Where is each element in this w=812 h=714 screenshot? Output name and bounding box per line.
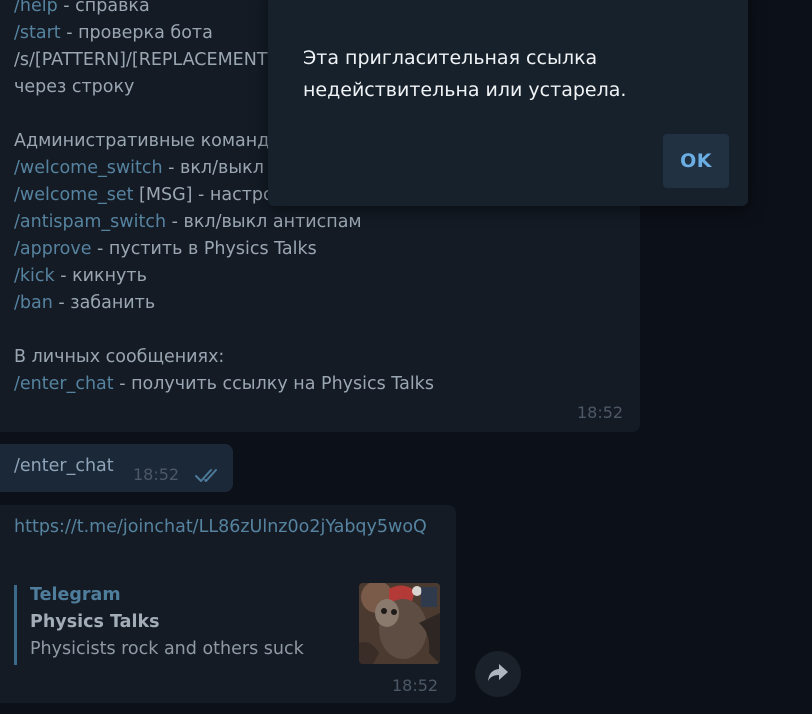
command-link[interactable]: /ban: [14, 293, 53, 313]
bot-message-line: /ban - забанить: [14, 290, 155, 317]
bot-message-line: Административные команд: [14, 131, 270, 151]
command-description: - справка: [57, 0, 150, 16]
command-description: - пустить в Physics Talks: [91, 239, 317, 259]
invite-link[interactable]: https://t.me/joinchat/LL86zUlnz0o2jYabqy…: [14, 517, 427, 537]
command-description: - вкл/выкл: [162, 158, 264, 178]
bot-message-line: /kick - кикнуть: [14, 263, 147, 290]
command-description: - проверка бота: [60, 23, 213, 43]
bot-message-line: /antispam_switch - вкл/выкл антиспам: [14, 209, 362, 236]
bot-message-line: через строку: [14, 77, 135, 97]
dialog-message: Эта пригласительная ссылка недействитель…: [303, 47, 627, 101]
preview-thumbnail: [359, 583, 440, 664]
command-link[interactable]: /welcome_switch: [14, 158, 163, 178]
message-time: 18:52: [133, 465, 180, 484]
ok-button[interactable]: OK: [663, 134, 729, 188]
command-link[interactable]: /help: [14, 0, 58, 16]
command-link[interactable]: /start: [14, 23, 61, 43]
double-check-icon: [194, 467, 222, 487]
invalid-link-dialog: Эта пригласительная ссылка недействитель…: [268, 0, 748, 206]
preview-title: Physics Talks: [30, 612, 160, 632]
command-link[interactable]: /approve: [14, 239, 91, 259]
command-description: - забанить: [52, 293, 156, 313]
command-link[interactable]: /antispam_switch: [14, 212, 166, 232]
command-description: - вкл/выкл антиспам: [166, 212, 362, 232]
forward-arrow-icon: [487, 662, 509, 686]
command-link[interactable]: /welcome_set: [14, 185, 133, 205]
command-link[interactable]: /kick: [14, 266, 55, 286]
message-time: 18:52: [577, 403, 624, 422]
preview-site-name: Telegram: [30, 585, 121, 605]
own-message-text[interactable]: /enter_chat: [14, 456, 114, 476]
command-description: - получить ссылку на Physics Talks: [113, 374, 434, 394]
message-time: 18:52: [392, 676, 439, 695]
link-message: https://t.me/joinchat/LL86zUlnz0o2jYabqy…: [0, 505, 456, 703]
link-preview[interactable]: Telegram Physics Talks Physicists rock a…: [14, 583, 443, 665]
own-message: /enter_chat 18:52: [0, 444, 233, 492]
command-description: - кикнуть: [54, 266, 147, 286]
bot-message-line: /s/[PATTERN]/[REPLACEMENT: [14, 50, 268, 70]
command-link[interactable]: /enter_chat: [14, 374, 114, 394]
bot-message-line: /start - проверка бота: [14, 20, 213, 47]
forward-button[interactable]: [475, 651, 521, 697]
bot-message-line: /approve - пустить в Physics Talks: [14, 236, 317, 263]
bot-message-line: В личных сообщениях:: [14, 347, 225, 367]
bot-message-line: /enter_chat - получить ссылку на Physics…: [14, 371, 434, 398]
chat-area: Основные команды:/help - справка/start -…: [0, 0, 812, 714]
bot-message-line: /help - справка: [14, 0, 150, 20]
preview-description: Physicists rock and others suck: [30, 639, 304, 659]
bot-message-line: /welcome_switch - вкл/выкл: [14, 155, 264, 182]
